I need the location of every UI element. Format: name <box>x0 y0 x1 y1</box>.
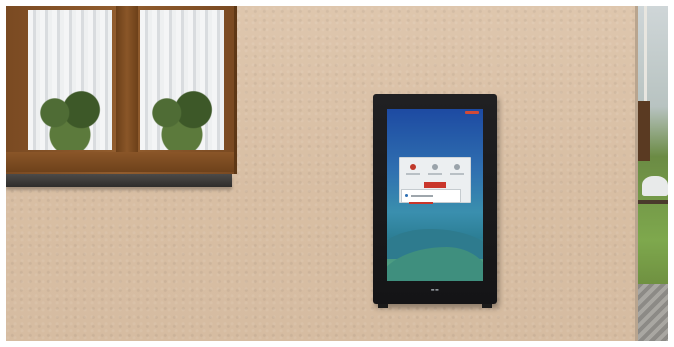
notification-toast[interactable] <box>401 189 461 203</box>
status-indicator <box>465 111 479 114</box>
dialog-option-label <box>450 173 464 175</box>
potted-plant <box>144 88 220 150</box>
window-mullion <box>116 6 138 166</box>
info-icon[interactable] <box>454 164 460 170</box>
dialog-confirm-button[interactable] <box>424 182 446 188</box>
garden-fence <box>638 200 668 204</box>
potted-plant <box>32 88 108 150</box>
kiosk-screen[interactable] <box>387 109 483 281</box>
notification-text <box>411 195 433 197</box>
kiosk-bracket <box>378 304 388 308</box>
house-window <box>6 6 237 174</box>
window-sash <box>6 152 234 172</box>
dialog-option-label <box>428 173 442 175</box>
window-pane-left <box>28 10 112 150</box>
brand-logo: ▬▬ <box>430 287 440 292</box>
garden-background <box>638 6 668 341</box>
kiosk-bracket <box>482 304 492 308</box>
notification-action[interactable] <box>409 202 433 204</box>
info-icon[interactable] <box>432 164 438 170</box>
photo-scene: ▬▬ <box>6 6 668 341</box>
garden-shed <box>638 101 650 161</box>
garden-cover <box>642 176 668 196</box>
info-icon <box>405 194 408 197</box>
paving-stones <box>638 284 668 341</box>
outdoor-kiosk: ▬▬ <box>373 94 497 304</box>
window-sill <box>6 174 232 187</box>
window-pane-right <box>140 10 224 150</box>
dialog-option-label <box>406 173 420 175</box>
close-icon[interactable] <box>410 164 416 170</box>
